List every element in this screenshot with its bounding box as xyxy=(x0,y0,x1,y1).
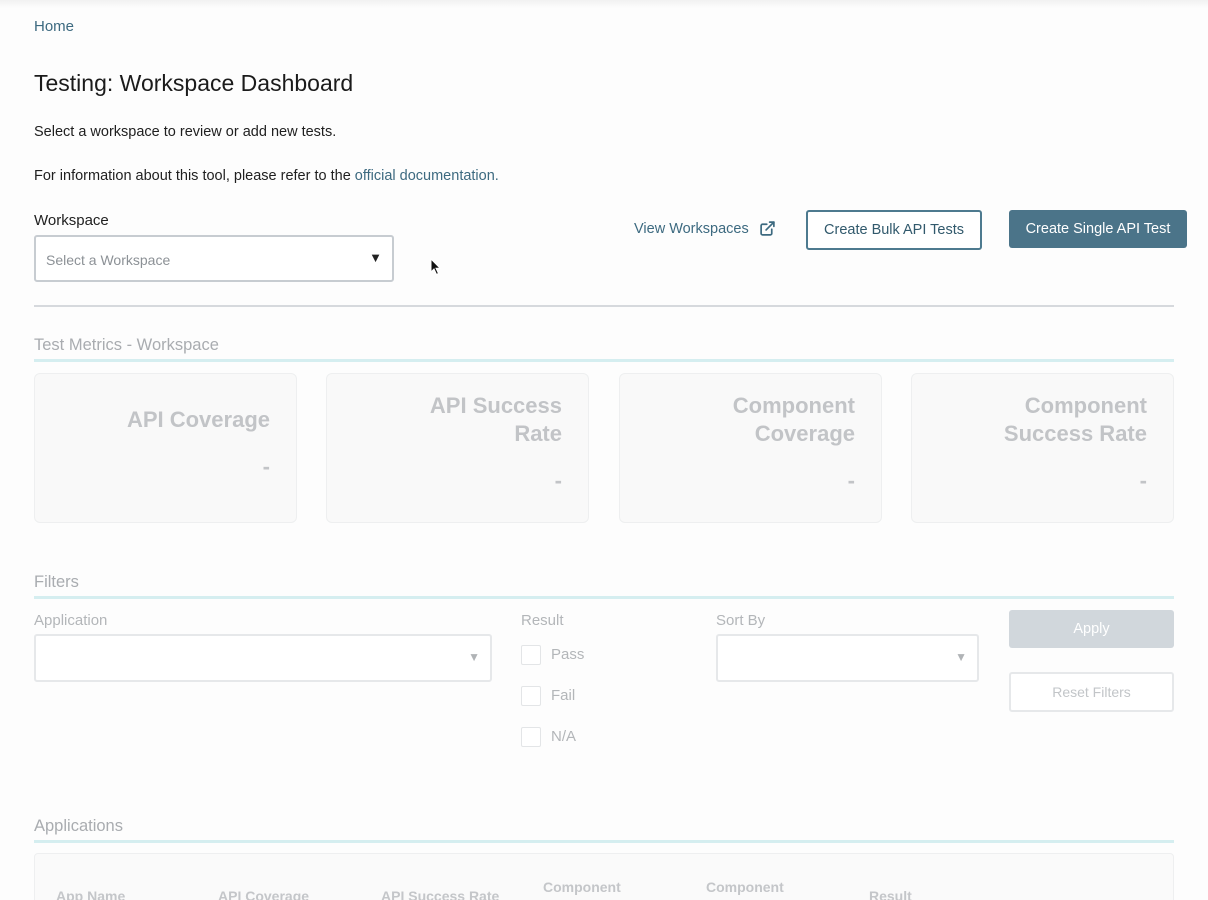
info-prefix: For information about this tool, please … xyxy=(34,168,351,184)
caret-down-icon: ▼ xyxy=(955,650,967,664)
metric-title: Component Coverage xyxy=(732,393,855,446)
mouse-cursor-icon xyxy=(430,258,442,276)
metric-card-component-success-rate: Component Success Rate - xyxy=(911,373,1174,523)
documentation-link[interactable]: official documentation. xyxy=(355,168,499,184)
application-filter-label: Application xyxy=(34,612,108,629)
external-link-icon xyxy=(759,221,775,236)
reset-filters-button[interactable]: Reset Filters xyxy=(1009,672,1174,712)
metrics-section-title: Test Metrics - Workspace xyxy=(34,336,219,354)
metric-title: Component Success Rate xyxy=(1003,393,1147,446)
metric-value: - xyxy=(262,454,270,479)
create-bulk-api-tests-button[interactable]: Create Bulk API Tests xyxy=(806,210,982,250)
metric-title: API Success Rate xyxy=(429,393,562,446)
info-text: For information about this tool, please … xyxy=(34,168,499,184)
view-workspaces-link[interactable]: View Workspaces xyxy=(634,220,776,237)
view-workspaces-label: View Workspaces xyxy=(634,220,749,237)
applications-section-title: Applications xyxy=(34,817,123,835)
apply-button[interactable]: Apply xyxy=(1009,610,1174,648)
breadcrumb-home[interactable]: Home xyxy=(34,18,74,35)
column-header-api-coverage[interactable]: API Coverage xyxy=(218,887,309,900)
workspace-select[interactable]: Select a Workspace ▼ xyxy=(34,235,394,282)
intro-text: Select a workspace to review or add new … xyxy=(34,124,337,140)
fail-checkbox[interactable] xyxy=(521,686,541,706)
caret-down-icon: ▼ xyxy=(369,250,382,265)
column-header-api-success-rate[interactable]: API Success Rate xyxy=(381,887,499,900)
application-filter-select[interactable]: ▼ xyxy=(34,634,492,682)
pass-checkbox-label: Pass xyxy=(551,646,585,663)
caret-down-icon: ▼ xyxy=(468,650,480,664)
top-shadow xyxy=(0,0,1208,8)
metric-value: - xyxy=(847,468,855,493)
metric-value: - xyxy=(1139,468,1147,493)
sort-by-select[interactable]: ▼ xyxy=(716,634,979,682)
column-header-component-success-rate[interactable]: Component xyxy=(706,878,784,896)
column-header-component-coverage[interactable]: Component xyxy=(543,878,621,896)
column-header-app-name[interactable]: App Name xyxy=(56,887,125,900)
workspace-label: Workspace xyxy=(34,212,109,229)
applications-table: App Name API Coverage API Success Rate C… xyxy=(34,853,1174,900)
workspace-placeholder: Select a Workspace xyxy=(46,252,171,268)
na-checkbox[interactable] xyxy=(521,727,541,747)
fail-checkbox-label: Fail xyxy=(551,687,576,704)
filters-section-line xyxy=(34,596,1174,599)
sort-by-label: Sort By xyxy=(716,612,766,629)
metric-title: API Coverage xyxy=(126,407,270,432)
page-title: Testing: Workspace Dashboard xyxy=(34,70,354,96)
result-filter-label: Result xyxy=(521,612,564,629)
create-single-api-test-button[interactable]: Create Single API Test xyxy=(1009,210,1187,248)
metrics-section-line xyxy=(34,359,1174,362)
na-checkbox-label: N/A xyxy=(551,728,577,745)
applications-section-line xyxy=(34,840,1174,843)
metric-card-component-coverage: Component Coverage - xyxy=(619,373,882,523)
pass-checkbox[interactable] xyxy=(521,645,541,665)
metric-value: - xyxy=(554,468,562,493)
metric-card-api-coverage: API Coverage - xyxy=(34,373,297,523)
filters-section-title: Filters xyxy=(34,573,79,591)
column-header-result[interactable]: Result xyxy=(869,887,912,900)
header-divider xyxy=(34,305,1174,307)
metric-card-api-success-rate: API Success Rate - xyxy=(326,373,589,523)
